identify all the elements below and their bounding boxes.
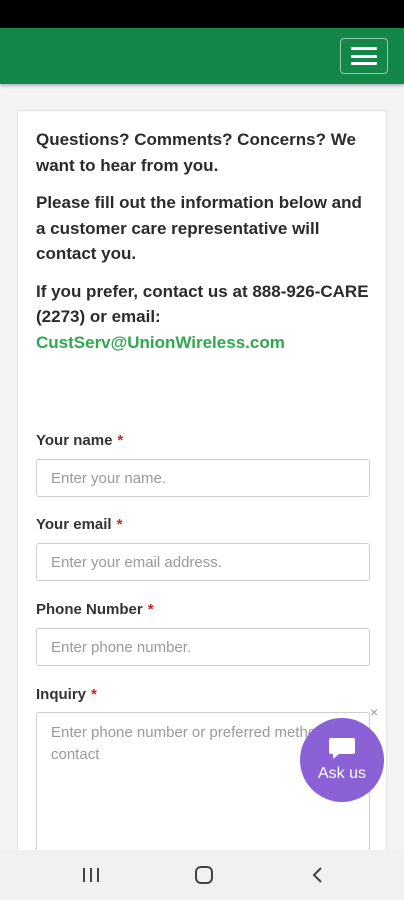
intro-line-2: Please fill out the information below an… <box>36 193 362 263</box>
ask-us-chat-button[interactable]: Ask us <box>300 718 384 802</box>
intro-line-3: If you prefer, contact us at 888-926-CAR… <box>36 279 376 356</box>
hamburger-menu-icon <box>351 47 377 65</box>
phone-label: Phone Number * <box>36 601 154 618</box>
required-marker: * <box>116 516 123 533</box>
android-navigation-bar <box>0 850 404 900</box>
email-input[interactable] <box>36 543 370 581</box>
required-marker: * <box>147 601 154 618</box>
recents-button[interactable] <box>66 850 116 900</box>
intro-line-1: Questions? Comments? Concerns? We want t… <box>36 130 356 175</box>
ask-us-label: Ask us <box>317 765 366 782</box>
status-bar <box>0 0 404 28</box>
home-icon <box>195 866 213 884</box>
recent-apps-icon <box>83 868 99 882</box>
required-marker: * <box>117 432 124 449</box>
contact-phone-text: If you prefer, contact us at 888-926-CAR… <box>36 281 369 327</box>
home-button[interactable] <box>179 850 229 900</box>
name-input[interactable] <box>36 459 370 497</box>
top-navigation-bar <box>0 28 404 84</box>
chat-bubble-icon <box>329 738 355 759</box>
phone-input[interactable] <box>36 628 370 666</box>
inquiry-label: Inquiry * <box>36 686 97 703</box>
menu-button[interactable] <box>340 38 388 74</box>
back-icon <box>312 867 322 883</box>
customer-service-email-link[interactable]: CustServ@UnionWireless.com <box>36 333 285 352</box>
intro-text: Questions? Comments? Concerns? We want t… <box>36 127 376 367</box>
required-marker: * <box>91 686 97 703</box>
email-label: Your email * <box>36 516 123 533</box>
name-label: Your name * <box>36 432 124 449</box>
back-button[interactable] <box>293 850 343 900</box>
chat-close-button[interactable]: × <box>370 704 378 720</box>
